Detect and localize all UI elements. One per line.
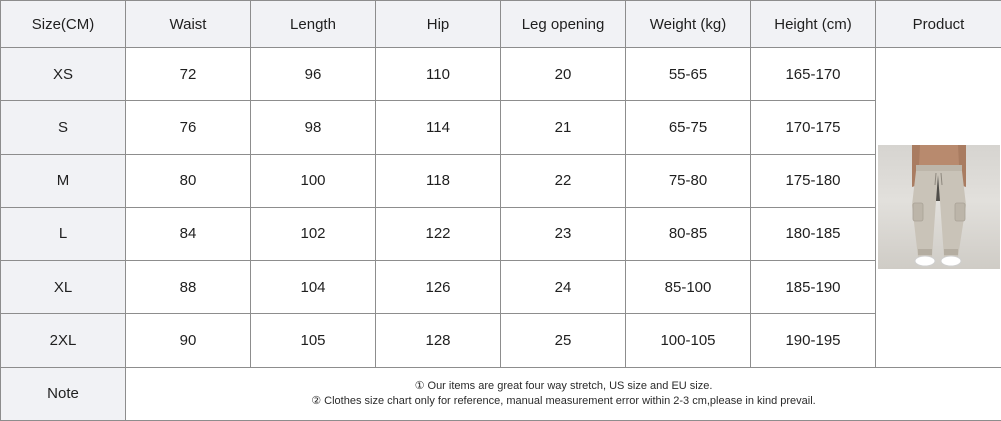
header-hip: Hip: [375, 0, 501, 48]
table-row: L 84 102 122 23 80-85 180-185: [0, 206, 1001, 262]
weight-cell: 55-65: [625, 46, 751, 102]
header-size: Size(CM): [0, 0, 126, 48]
product-cell: [875, 47, 1001, 368]
hip-cell: 126: [375, 260, 501, 315]
header-length: Length: [250, 0, 376, 48]
weight-cell: 80-85: [625, 206, 751, 262]
size-cell: 2XL: [0, 313, 126, 368]
hip-cell: 128: [375, 313, 501, 368]
note-row: Note ① Our items are great four way stre…: [0, 366, 1001, 421]
table-row: M 80 100 118 22 75-80 175-180: [0, 153, 1001, 208]
waist-cell: 76: [125, 100, 251, 155]
size-cell: XS: [0, 46, 126, 102]
header-product: Product: [875, 0, 1001, 48]
size-cell: M: [0, 153, 126, 208]
length-cell: 105: [250, 313, 376, 368]
leg-opening-cell: 24: [500, 260, 626, 315]
length-cell: 96: [250, 46, 376, 102]
height-cell: 180-185: [750, 206, 876, 262]
header-weight: Weight (kg): [625, 0, 751, 48]
leg-opening-cell: 25: [500, 313, 626, 368]
hip-cell: 110: [375, 46, 501, 102]
hip-cell: 114: [375, 100, 501, 155]
hip-cell: 118: [375, 153, 501, 208]
weight-cell: 75-80: [625, 153, 751, 208]
size-chart-table: Size(CM) Waist Length Hip Leg opening We…: [0, 0, 1001, 421]
table-row: S 76 98 114 21 65-75 170-175: [0, 100, 1001, 155]
leg-opening-cell: 23: [500, 206, 626, 262]
note-text: ① Our items are great four way stretch, …: [125, 366, 1001, 421]
weight-cell: 85-100: [625, 260, 751, 315]
table-row: 2XL 90 105 128 25 100-105 190-195: [0, 313, 1001, 368]
height-cell: 190-195: [750, 313, 876, 368]
header-waist: Waist: [125, 0, 251, 48]
table-row: XL 88 104 126 24 85-100 185-190: [0, 260, 1001, 315]
cargo-jogger-pants-image: [877, 145, 1000, 270]
hip-cell: 122: [375, 206, 501, 262]
waist-cell: 90: [125, 313, 251, 368]
length-cell: 98: [250, 100, 376, 155]
leg-opening-cell: 21: [500, 100, 626, 155]
size-cell: L: [0, 206, 126, 262]
note-label: Note: [0, 366, 126, 421]
note-line-2: ② Clothes size chart only for reference,…: [311, 394, 816, 407]
length-cell: 102: [250, 206, 376, 262]
height-cell: 185-190: [750, 260, 876, 315]
length-cell: 100: [250, 153, 376, 208]
waist-cell: 72: [125, 46, 251, 102]
leg-opening-cell: 22: [500, 153, 626, 208]
size-cell: XL: [0, 260, 126, 315]
height-cell: 170-175: [750, 100, 876, 155]
waist-cell: 88: [125, 260, 251, 315]
height-cell: 165-170: [750, 46, 876, 102]
length-cell: 104: [250, 260, 376, 315]
size-cell: S: [0, 100, 126, 155]
waist-cell: 84: [125, 206, 251, 262]
header-height: Height (cm): [750, 0, 876, 48]
header-row: Size(CM) Waist Length Hip Leg opening We…: [0, 0, 1001, 48]
header-leg-opening: Leg opening: [500, 0, 626, 48]
leg-opening-cell: 20: [500, 46, 626, 102]
note-line-1: ① Our items are great four way stretch, …: [414, 379, 713, 392]
weight-cell: 65-75: [625, 100, 751, 155]
height-cell: 175-180: [750, 153, 876, 208]
waist-cell: 80: [125, 153, 251, 208]
weight-cell: 100-105: [625, 313, 751, 368]
pants-photo-icon: [911, 145, 966, 267]
table-row: XS 72 96 110 20 55-65 165-170: [0, 46, 1001, 368]
